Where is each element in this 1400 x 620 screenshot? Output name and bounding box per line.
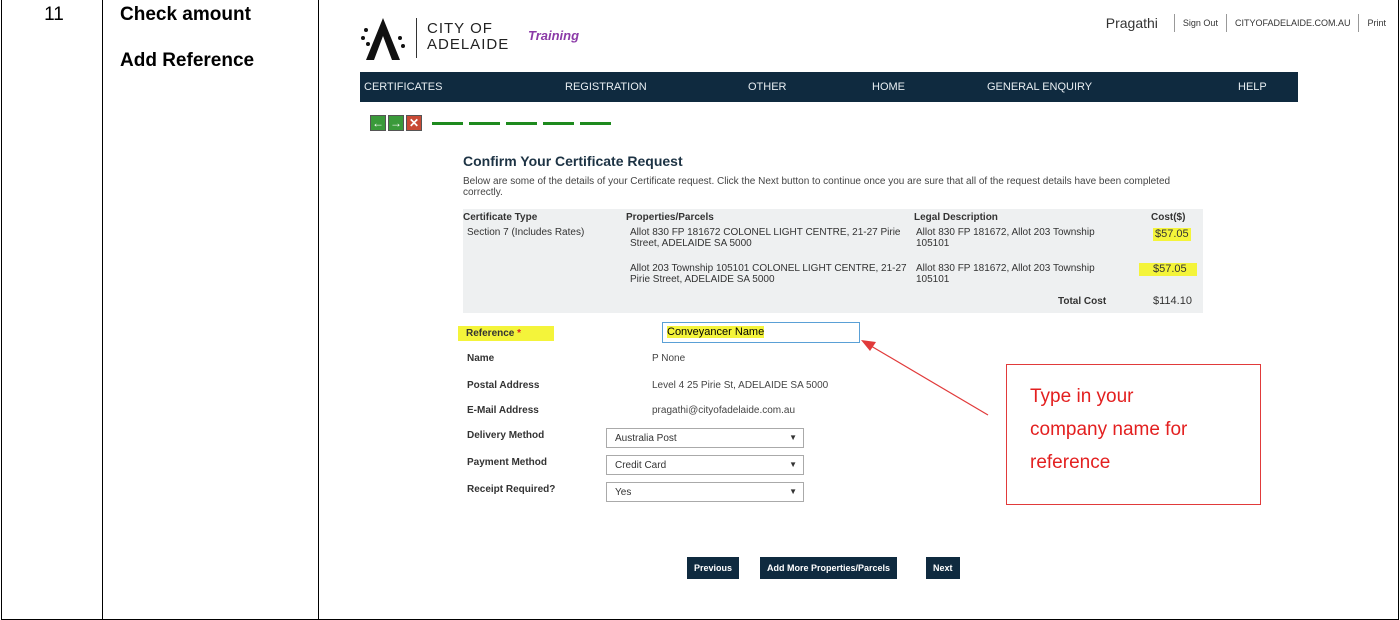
header-legal: Legal Description bbox=[914, 212, 998, 223]
column-divider bbox=[318, 0, 319, 619]
brand-line-2: ADELAIDE bbox=[427, 36, 510, 53]
header-certificate-type: Certificate Type bbox=[463, 212, 538, 223]
main-nav: CERTIFICATES REGISTRATION OTHER HOME GEN… bbox=[360, 72, 1298, 102]
divider bbox=[1225, 14, 1227, 32]
row1-legal: Allot 830 FP 181672, Allot 203 Township … bbox=[916, 227, 1095, 249]
row2-legal: Allot 830 FP 181672, Allot 203 Township … bbox=[916, 263, 1095, 285]
delivery-method-label: Delivery Method bbox=[467, 430, 545, 441]
chevron-down-icon: ▼ bbox=[789, 487, 797, 496]
delivery-method-select[interactable]: Australia Post ▼ bbox=[606, 428, 804, 448]
step-instruction-check: Check amount bbox=[120, 4, 251, 25]
row1-cost: $57.05 bbox=[1153, 228, 1191, 241]
certificate-summary: Certificate Type Properties/Parcels Lega… bbox=[463, 209, 1203, 313]
add-more-properties-button[interactable]: Add More Properties/Parcels bbox=[760, 557, 898, 579]
progress-step bbox=[580, 121, 611, 125]
annotation-callout: Type in your company name for reference bbox=[1006, 364, 1261, 505]
callout-line-3: reference bbox=[1030, 452, 1111, 473]
page-title: Confirm Your Certificate Request bbox=[463, 153, 683, 169]
previous-button[interactable]: Previous bbox=[687, 557, 740, 579]
user-name: Pragathi bbox=[1105, 15, 1158, 31]
arrow-left-icon[interactable]: ← bbox=[370, 115, 386, 131]
nav-other[interactable]: OTHER bbox=[748, 81, 787, 93]
callout-line-1: Type in your bbox=[1030, 386, 1134, 407]
reference-input-value: Conveyancer Name bbox=[667, 326, 765, 338]
print-link[interactable]: Print bbox=[1367, 18, 1386, 28]
total-value: $114.10 bbox=[1153, 295, 1192, 307]
app-screenshot: CITY OF ADELAIDE Training Pragathi Sign … bbox=[330, 0, 1398, 620]
column-divider bbox=[102, 0, 103, 619]
postal-address-value: Level 4 25 Pirie St, ADELAIDE SA 5000 bbox=[652, 380, 829, 391]
email-label: E-Mail Address bbox=[467, 405, 539, 416]
chevron-down-icon: ▼ bbox=[789, 433, 797, 442]
reference-input[interactable]: Conveyancer Name bbox=[662, 322, 860, 343]
payment-method-label: Payment Method bbox=[467, 457, 548, 468]
progress-step bbox=[506, 121, 537, 125]
chevron-down-icon: ▼ bbox=[789, 460, 797, 469]
environment-label: Training bbox=[528, 28, 580, 43]
postal-address-label: Postal Address bbox=[467, 380, 540, 391]
sign-out-link[interactable]: Sign Out bbox=[1183, 18, 1218, 28]
name-value: P None bbox=[652, 353, 686, 364]
delivery-method-value: Australia Post bbox=[615, 433, 677, 444]
required-mark: * bbox=[517, 328, 522, 339]
receipt-required-select[interactable]: Yes ▼ bbox=[606, 482, 804, 502]
step-number: 11 bbox=[44, 4, 64, 25]
progress-step bbox=[543, 121, 574, 125]
nav-certificates[interactable]: CERTIFICATES bbox=[364, 81, 442, 93]
close-icon[interactable]: ✕ bbox=[406, 115, 422, 131]
city-logo-icon bbox=[361, 18, 405, 60]
next-button[interactable]: Next bbox=[926, 557, 960, 579]
header-properties: Properties/Parcels bbox=[626, 212, 714, 223]
brand-line-1: CITY OF bbox=[427, 20, 493, 37]
payment-method-value: Credit Card bbox=[615, 460, 667, 471]
step-instruction-reference: Add Reference bbox=[120, 50, 255, 71]
user-bar: Pragathi Sign Out CITYOFADELAIDE.COM.AU … bbox=[1106, 14, 1386, 32]
row1-property: Allot 830 FP 181672 COLONEL LIGHT CENTRE… bbox=[630, 227, 901, 249]
header-cost: Cost($) bbox=[1151, 212, 1186, 223]
page-intro: Below are some of the details of your Ce… bbox=[463, 176, 1171, 198]
reference-label-text: Reference bbox=[466, 328, 515, 339]
name-label: Name bbox=[467, 353, 495, 364]
row1-type: Section 7 (Includes Rates) bbox=[467, 227, 585, 238]
divider bbox=[1358, 14, 1360, 32]
progress-step bbox=[469, 121, 500, 125]
receipt-required-label: Receipt Required? bbox=[467, 484, 556, 495]
total-label: Total Cost bbox=[1058, 296, 1107, 307]
receipt-required-value: Yes bbox=[615, 487, 632, 498]
nav-help[interactable]: HELP bbox=[1238, 81, 1267, 93]
nav-general-enquiry[interactable]: GENERAL ENQUIRY bbox=[987, 81, 1092, 93]
arrow-right-icon[interactable]: → bbox=[388, 115, 404, 131]
logo-divider bbox=[416, 18, 417, 58]
email-value: pragathi@cityofadelaide.com.au bbox=[652, 405, 796, 416]
row2-cost: $57.05 bbox=[1139, 263, 1197, 276]
payment-method-select[interactable]: Credit Card ▼ bbox=[606, 455, 804, 475]
wizard-controls: ← → ✕ bbox=[370, 114, 611, 132]
progress-step bbox=[432, 121, 463, 125]
callout-line-2: company name for bbox=[1030, 419, 1188, 440]
nav-registration[interactable]: REGISTRATION bbox=[565, 81, 647, 93]
row2-property: Allot 203 Township 105101 COLONEL LIGHT … bbox=[630, 263, 907, 285]
reference-label: Reference * bbox=[458, 326, 554, 341]
nav-home[interactable]: HOME bbox=[872, 81, 905, 93]
divider bbox=[1173, 14, 1175, 32]
site-link[interactable]: CITYOFADELAIDE.COM.AU bbox=[1235, 18, 1351, 28]
